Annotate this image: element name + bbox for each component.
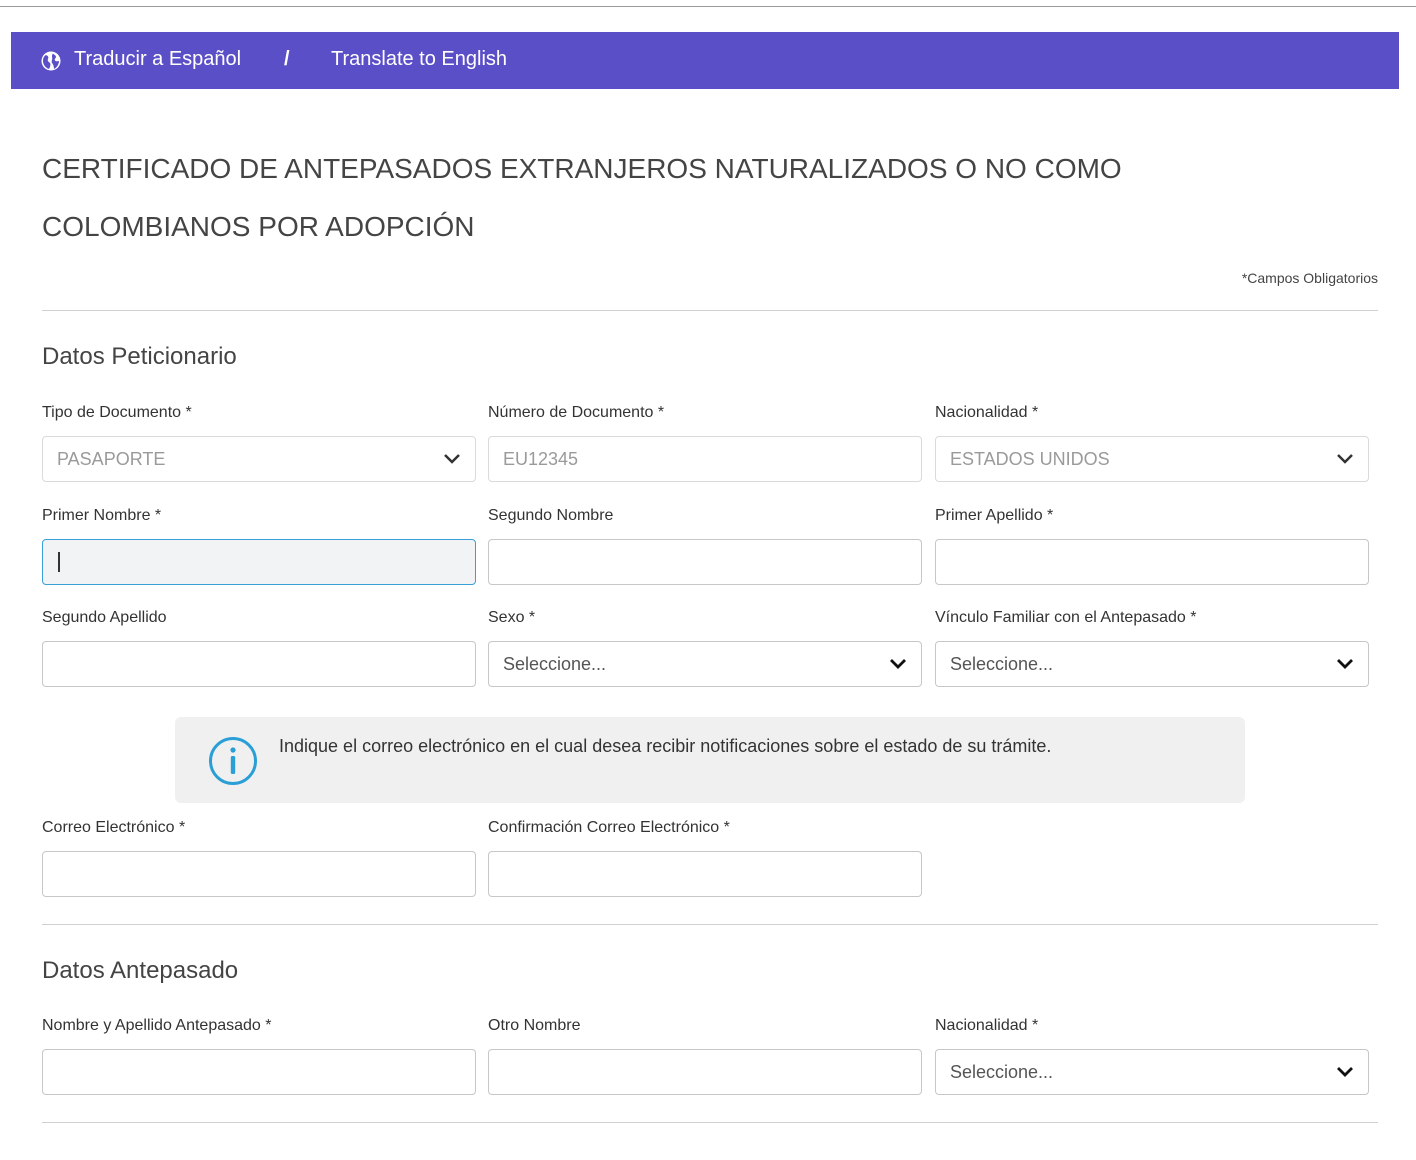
second-name-label: Segundo Nombre: [488, 507, 614, 524]
section-divider: [42, 1122, 1378, 1123]
other-name-label: Otro Nombre: [488, 1017, 581, 1034]
chevron-down-icon: [1337, 454, 1353, 464]
doc-number-input[interactable]: EU12345: [488, 436, 922, 482]
doc-number-label: Número de Documento *: [488, 404, 665, 421]
second-surname-label: Segundo Apellido: [42, 609, 167, 626]
doc-type-label: Tipo de Documento *: [42, 404, 192, 421]
email-info-box: Indique el correo electrónico en el cual…: [175, 717, 1245, 803]
second-name-input[interactable]: [488, 539, 922, 585]
email-input[interactable]: [42, 851, 476, 897]
section-title-petitioner: Datos Peticionario: [42, 343, 237, 370]
translate-spanish-link[interactable]: Traducir a Español: [74, 48, 241, 71]
ancestor-nationality-select[interactable]: Seleccione...: [935, 1049, 1369, 1095]
email-confirm-input[interactable]: [488, 851, 922, 897]
language-separator: /: [284, 48, 290, 70]
ancestor-nationality-value: Seleccione...: [950, 1062, 1054, 1082]
info-icon: [209, 737, 257, 785]
email-label: Correo Electrónico *: [42, 819, 186, 836]
other-name-input[interactable]: [488, 1049, 922, 1095]
relation-select[interactable]: Seleccione...: [935, 641, 1369, 687]
nationality-label: Nacionalidad *: [935, 404, 1039, 421]
email-confirm-label: Confirmación Correo Electrónico *: [488, 819, 730, 836]
doc-type-value: PASAPORTE: [57, 449, 166, 469]
translate-english-link[interactable]: Translate to English: [331, 48, 507, 71]
chevron-down-icon: [444, 454, 460, 464]
chevron-down-icon: [890, 659, 906, 669]
language-bar: Traducir a Español / Translate to Englis…: [11, 32, 1399, 89]
info-text: Indique el correo electrónico en el cual…: [279, 736, 1052, 756]
doc-type-select[interactable]: PASAPORTE: [42, 436, 476, 482]
section-title-ancestor: Datos Antepasado: [42, 957, 239, 984]
top-divider: [0, 6, 1416, 7]
nationality-select[interactable]: ESTADOS UNIDOS: [935, 436, 1369, 482]
section-divider: [42, 924, 1378, 925]
sex-value: Seleccione...: [503, 654, 607, 674]
ancestor-name-label: Nombre y Apellido Antepasado *: [42, 1017, 272, 1034]
required-fields-note: *Campos Obligatorios: [1241, 270, 1378, 286]
second-surname-input[interactable]: [42, 641, 476, 687]
page-title: CERTIFICADO DE ANTEPASADOS EXTRANJEROS N…: [42, 140, 1242, 256]
first-surname-label: Primer Apellido *: [935, 507, 1054, 524]
text-cursor: [58, 552, 60, 572]
page-title-line-1: CERTIFICADO DE ANTEPASADOS EXTRANJEROS N…: [42, 153, 1122, 184]
sex-select[interactable]: Seleccione...: [488, 641, 922, 687]
globe-icon: [41, 51, 61, 71]
ancestor-name-input[interactable]: [42, 1049, 476, 1095]
page-title-line-2: COLOMBIANOS POR ADOPCIÓN: [42, 211, 475, 242]
doc-number-value: EU12345: [503, 449, 579, 469]
first-surname-input[interactable]: [935, 539, 1369, 585]
relation-value: Seleccione...: [950, 654, 1054, 674]
ancestor-nationality-label: Nacionalidad *: [935, 1017, 1039, 1034]
first-name-input[interactable]: [42, 539, 476, 585]
relation-label: Vínculo Familiar con el Antepasado *: [935, 609, 1197, 626]
nationality-value: ESTADOS UNIDOS: [950, 449, 1110, 469]
chevron-down-icon: [1337, 1067, 1353, 1077]
section-divider: [42, 310, 1378, 311]
chevron-down-icon: [1337, 659, 1353, 669]
sex-label: Sexo *: [488, 609, 536, 626]
first-name-label: Primer Nombre *: [42, 507, 162, 524]
